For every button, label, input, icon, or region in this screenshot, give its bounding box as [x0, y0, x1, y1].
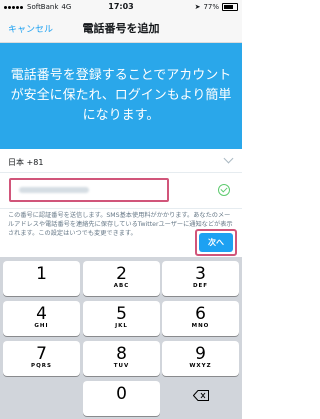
- key-7[interactable]: 7 PQRS: [3, 341, 80, 376]
- battery-percent: 77%: [203, 3, 219, 11]
- key-0[interactable]: 0: [83, 381, 160, 416]
- key-6[interactable]: 6 MNO: [162, 301, 239, 336]
- key-number: 8: [116, 344, 127, 364]
- key-number: 9: [195, 344, 206, 364]
- key-letters: GHI: [34, 323, 49, 329]
- key-letters: DEF: [192, 283, 209, 289]
- key-8[interactable]: 8 TUV: [83, 341, 160, 376]
- key-3[interactable]: 3 DEF: [162, 261, 239, 296]
- status-right: ➤ 77%: [195, 3, 238, 11]
- navigation-bar: キャンセル 電話番号を追加: [0, 14, 242, 43]
- location-icon: ➤: [194, 3, 201, 11]
- next-button-highlight: 次へ: [195, 229, 237, 256]
- key-number: 2: [116, 264, 127, 284]
- info-banner: 電話番号を登録することでアカウントが安全に保たれ、ログインもより簡単になります。: [0, 43, 242, 149]
- key-letters: ABC: [113, 283, 130, 289]
- phone-row: [0, 174, 242, 209]
- key-number: 4: [36, 304, 47, 324]
- key-number: 3: [195, 264, 206, 284]
- key-number: 5: [116, 304, 127, 324]
- battery-icon: [222, 3, 238, 11]
- key-letters: JKL: [115, 323, 128, 329]
- country-label: 日本 +81: [8, 158, 44, 167]
- phone-number-input[interactable]: [9, 178, 169, 202]
- page-title: 電話番号を追加: [82, 22, 160, 35]
- check-icon: [218, 184, 230, 196]
- key-4[interactable]: 4 GHI: [3, 301, 80, 336]
- banner-text: 電話番号を登録することでアカウントが安全に保たれ、ログインもより簡単になります。: [10, 68, 232, 123]
- key-letters: TUV: [113, 363, 130, 369]
- country-selector[interactable]: 日本 +81: [0, 150, 242, 173]
- key-number: 1: [36, 264, 47, 284]
- key-5[interactable]: 5 JKL: [83, 301, 160, 336]
- key-number: 7: [36, 344, 47, 364]
- backspace-key[interactable]: [162, 381, 239, 416]
- chevron-down-icon: [223, 153, 234, 164]
- key-letters: WXYZ: [189, 363, 212, 369]
- key-1[interactable]: 1: [3, 261, 80, 296]
- key-number: 6: [195, 304, 206, 324]
- status-bar: SoftBank 4G 17:03 ➤ 77%: [0, 0, 242, 14]
- key-9[interactable]: 9 WXYZ: [162, 341, 239, 376]
- numeric-keypad: 1 2 ABC 3 DEF 4 GHI 5 JKL 6 MNO 7 PQRS 8 TUV 9 WXYZ 0: [0, 257, 242, 419]
- phone-number-redacted: [19, 187, 89, 193]
- key-2[interactable]: 2 ABC: [83, 261, 160, 296]
- backspace-icon: [192, 390, 209, 401]
- next-button[interactable]: 次へ: [199, 233, 233, 252]
- key-letters: MNO: [191, 323, 210, 329]
- key-letters: PQRS: [31, 363, 52, 369]
- key-number: 0: [116, 384, 127, 404]
